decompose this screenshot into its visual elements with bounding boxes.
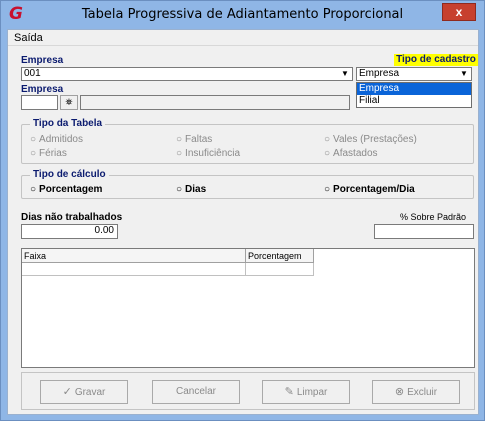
excluir-button[interactable]: ⊗ Excluir: [372, 380, 460, 404]
empresa-combo[interactable]: 001 ▼: [21, 67, 353, 81]
menu-bar: Saída: [8, 30, 478, 46]
dias-nao-trabalhados-label: Dias não trabalhados: [21, 212, 123, 223]
check-icon: ✓: [62, 386, 72, 398]
column-header-faixa[interactable]: Faixa: [22, 249, 246, 263]
binoculars-icon[interactable]: ⛯: [60, 95, 78, 110]
radio-ferias[interactable]: ○ Férias: [30, 148, 67, 159]
table-cell[interactable]: [22, 263, 246, 276]
empresa-name-field: [80, 95, 350, 110]
empresa-code-input[interactable]: [21, 95, 58, 110]
empresa-label: Empresa: [21, 55, 64, 66]
tipo-cadastro-value: Empresa: [359, 68, 400, 79]
tipo-cadastro-dropdown: Empresa Filial: [356, 82, 472, 108]
radio-afastados[interactable]: ○ Afastados: [324, 148, 378, 159]
tipo-cadastro-combo[interactable]: Empresa ▼: [356, 67, 472, 81]
radio-admitidos[interactable]: ○ Admitidos: [30, 134, 83, 145]
sobre-padrao-label: % Sobre Padrão: [400, 212, 467, 222]
cancelar-button[interactable]: Cancelar: [152, 380, 240, 404]
tipo-calculo-title: Tipo de cálculo: [30, 169, 109, 180]
radio-dias[interactable]: ○ Dias: [176, 184, 206, 195]
dropdown-option-empresa[interactable]: Empresa: [357, 83, 471, 95]
empresa2-label: Empresa: [21, 84, 64, 95]
radio-faltas[interactable]: ○ Faltas: [176, 134, 212, 145]
trash-icon: ⊗: [394, 386, 405, 398]
window-title: Tabela Progressiva de Adiantamento Propo…: [81, 7, 404, 22]
chevron-down-icon[interactable]: ▼: [338, 68, 352, 80]
table-cell[interactable]: [246, 263, 314, 276]
button-bar: ✓ Gravar Cancelar ✎ Limpar ⊗ Excluir: [21, 372, 475, 410]
title-bar[interactable]: G Tabela Progressiva de Adiantamento Pro…: [1, 1, 484, 29]
radio-porcentagem-dia[interactable]: ○ Porcentagem/Dia: [324, 184, 415, 195]
limpar-button[interactable]: ✎ Limpar: [262, 380, 350, 404]
menu-saida[interactable]: Saída: [14, 32, 43, 44]
chevron-down-icon[interactable]: ▼: [457, 68, 471, 80]
client-area: Saída Empresa 001 ▼ Tipo de cadastro Emp…: [7, 29, 479, 415]
tipo-cadastro-label: Tipo de cadastro: [394, 54, 478, 66]
tipo-calculo-group: Tipo de cálculo ○ Porcentagem ○ Dias ○ Porc…: [21, 169, 474, 199]
sobre-padrao-input[interactable]: [374, 224, 474, 239]
main-window: G Tabela Progressiva de Adiantamento Pro…: [0, 0, 485, 421]
gravar-button[interactable]: ✓ Gravar: [40, 380, 128, 404]
dropdown-option-filial[interactable]: Filial: [357, 95, 471, 107]
tipo-tabela-group: Tipo da Tabela ○ Admitidos ○ Faltas ○ Vales…: [21, 118, 474, 164]
column-header-porcentagem[interactable]: Porcentagem: [246, 249, 314, 263]
eraser-icon: ✎: [284, 386, 294, 398]
faixa-table: Faixa Porcentagem: [21, 248, 475, 368]
radio-vales[interactable]: ○ Vales (Prestações): [324, 134, 417, 145]
empresa-combo-value: 001: [24, 68, 41, 79]
dias-nao-trabalhados-input[interactable]: 0.00: [21, 224, 118, 239]
close-button[interactable]: x: [442, 3, 476, 21]
tipo-tabela-title: Tipo da Tabela: [30, 118, 106, 129]
radio-insuficiencia[interactable]: ○ Insuficiência: [176, 148, 240, 159]
app-logo-icon: G: [9, 4, 23, 24]
radio-porcentagem[interactable]: ○ Porcentagem: [30, 184, 102, 195]
